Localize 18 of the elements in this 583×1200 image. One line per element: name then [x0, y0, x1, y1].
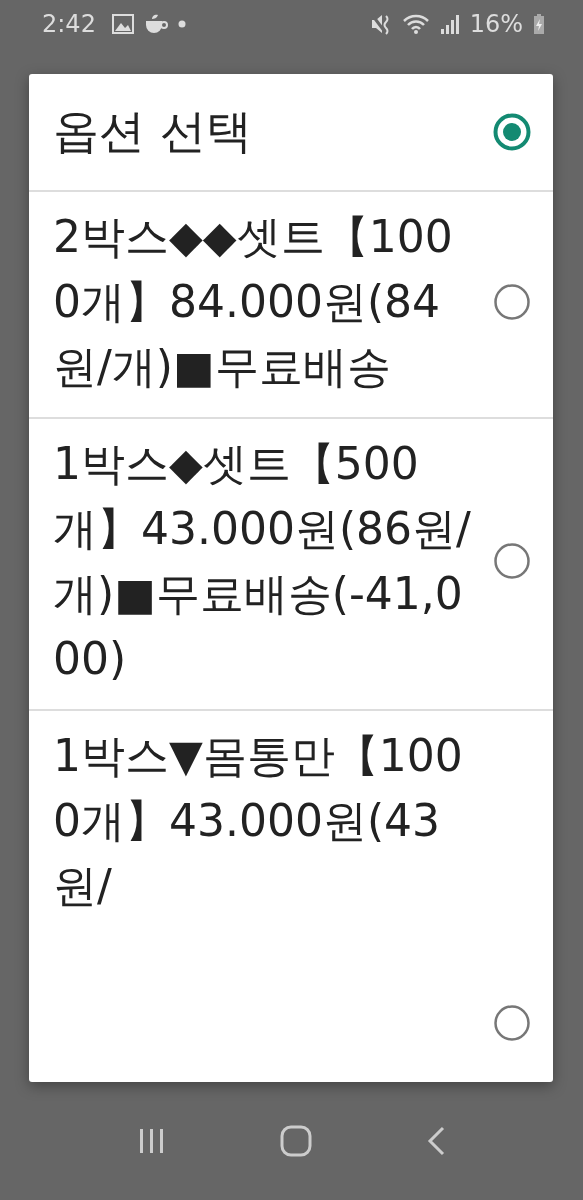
dot-icon: [177, 20, 186, 28]
cup-icon: [143, 13, 168, 35]
home-icon[interactable]: [280, 1125, 313, 1157]
clock: 2:42: [42, 10, 96, 38]
option-label[interactable]: 1박스◆셋트【500개】43.000원(86원/개)■무료배송(-41,000): [53, 431, 473, 691]
battery-icon: [533, 13, 545, 35]
dialog-title: 옵션 선택: [53, 103, 252, 160]
radio-button[interactable]: [493, 282, 531, 321]
option-label[interactable]: 1박스▼몸통만【1000개】43.000원(43원/: [53, 723, 473, 918]
option-label[interactable]: 2박스◆◆셋트【1000개】84.000원(84원/개)■무료배송: [53, 204, 473, 399]
signal-icon: [439, 13, 460, 35]
wifi-icon: [401, 13, 430, 35]
radio-button-selected[interactable]: [493, 113, 531, 151]
gallery-icon: [111, 14, 134, 34]
radio-button[interactable]: [493, 1004, 531, 1042]
radio-button[interactable]: [493, 542, 531, 580]
battery-level: 16%: [469, 10, 523, 38]
back-icon[interactable]: [426, 1126, 447, 1156]
